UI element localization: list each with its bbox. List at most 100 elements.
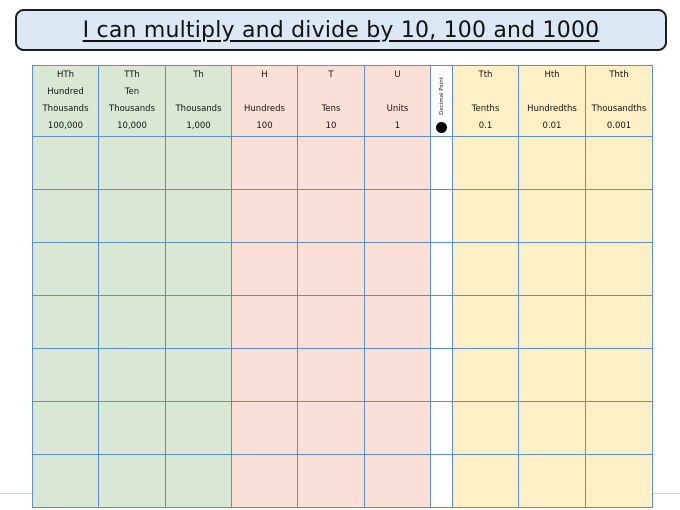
digit-cell-u[interactable] <box>364 454 431 508</box>
digit-cell-hth[interactable] <box>32 189 99 243</box>
digit-cell-h[interactable] <box>231 189 298 243</box>
table-row <box>32 401 653 455</box>
digit-cell-hth[interactable] <box>518 136 586 190</box>
table-row <box>32 348 653 402</box>
digit-cell-hth[interactable] <box>518 348 586 402</box>
digit-cell-h[interactable] <box>231 242 298 296</box>
digit-cell-tth[interactable] <box>98 242 166 296</box>
digit-cell-t[interactable] <box>297 454 365 508</box>
digit-cell-thth[interactable] <box>585 189 653 243</box>
digit-cell-th[interactable] <box>165 401 232 455</box>
digit-cell-t[interactable] <box>297 295 365 349</box>
column-value: 10 <box>325 121 337 131</box>
column-name: Tenths <box>471 104 500 114</box>
page-title: I can multiply and divide by 10, 100 and… <box>82 17 600 43</box>
column-name: Thousandths <box>591 104 647 114</box>
digit-cell-tth[interactable] <box>452 242 519 296</box>
digit-cell-u[interactable] <box>364 348 431 402</box>
digit-cell-thth[interactable] <box>585 401 653 455</box>
decimal-point-cell <box>430 454 453 508</box>
digit-cell-h[interactable] <box>231 348 298 402</box>
column-value: 0.001 <box>606 121 632 131</box>
digit-cell-th[interactable] <box>165 454 232 508</box>
column-header-tth: Tth Tenths 0.1 <box>452 65 519 137</box>
column-abbr: U <box>394 70 401 80</box>
column-name: Hundreds <box>244 104 285 114</box>
decimal-point-cell <box>430 189 453 243</box>
digit-cell-hth[interactable] <box>518 242 586 296</box>
digit-cell-tth[interactable] <box>452 295 519 349</box>
column-name: Thousands <box>42 104 89 114</box>
digit-cell-hth[interactable] <box>32 136 99 190</box>
digit-cell-tth[interactable] <box>452 189 519 243</box>
digit-cell-tth[interactable] <box>98 348 166 402</box>
column-name: Hundredths <box>527 104 577 114</box>
decimal-point-cell <box>430 401 453 455</box>
digit-cell-hth[interactable] <box>518 454 586 508</box>
digit-cell-t[interactable] <box>297 401 365 455</box>
column-abbr: Tth <box>478 70 493 80</box>
digit-cell-hth[interactable] <box>518 189 586 243</box>
digit-cell-t[interactable] <box>297 348 365 402</box>
digit-cell-u[interactable] <box>364 295 431 349</box>
digit-cell-thth[interactable] <box>585 242 653 296</box>
digit-cell-hth[interactable] <box>32 348 99 402</box>
column-abbr: Hth <box>544 70 560 80</box>
digit-cell-tth[interactable] <box>452 348 519 402</box>
column-abbr: H <box>261 70 268 80</box>
decimal-point-header: Decimal Point <box>430 65 453 137</box>
digit-cell-h[interactable] <box>231 295 298 349</box>
column-value: 0.01 <box>542 121 562 131</box>
digit-cell-h[interactable] <box>231 454 298 508</box>
table-row <box>32 189 653 243</box>
column-name: Tens <box>321 104 341 114</box>
column-header-th: Th Thousands 1,000 <box>165 65 232 137</box>
digit-cell-u[interactable] <box>364 189 431 243</box>
digit-cell-t[interactable] <box>297 136 365 190</box>
digit-cell-h[interactable] <box>231 401 298 455</box>
digit-cell-h[interactable] <box>231 136 298 190</box>
digit-cell-thth[interactable] <box>585 295 653 349</box>
column-header-h: H Hundreds 100 <box>231 65 298 137</box>
decimal-point-cell <box>430 136 453 190</box>
digit-cell-t[interactable] <box>297 189 365 243</box>
digit-cell-hth[interactable] <box>32 242 99 296</box>
table-row <box>32 242 653 296</box>
column-abbr: HTh <box>57 70 74 80</box>
digit-cell-u[interactable] <box>364 242 431 296</box>
digit-cell-hth[interactable] <box>32 295 99 349</box>
digit-cell-th[interactable] <box>165 348 232 402</box>
column-header-t: T Tens 10 <box>297 65 365 137</box>
digit-cell-tth[interactable] <box>98 189 166 243</box>
digit-cell-hth[interactable] <box>32 401 99 455</box>
digit-cell-tth[interactable] <box>452 454 519 508</box>
digit-cell-thth[interactable] <box>585 348 653 402</box>
table-row <box>32 295 653 349</box>
digit-cell-th[interactable] <box>165 136 232 190</box>
digit-cell-tth[interactable] <box>452 401 519 455</box>
column-value: 1 <box>394 121 401 131</box>
column-value: 1,000 <box>186 121 211 131</box>
column-header-tth: TTh Ten Thousands 10,000 <box>98 65 166 137</box>
digit-cell-hth[interactable] <box>32 454 99 508</box>
header-row: HTh Hundred Thousands 100,000 TTh Ten Thousand… <box>32 65 653 137</box>
digit-cell-hth[interactable] <box>518 295 586 349</box>
digit-cell-th[interactable] <box>165 242 232 296</box>
column-header-hth: Hth Hundredths 0.01 <box>518 65 586 137</box>
digit-cell-tth[interactable] <box>452 136 519 190</box>
digit-cell-hth[interactable] <box>518 401 586 455</box>
digit-cell-tth[interactable] <box>98 295 166 349</box>
digit-cell-u[interactable] <box>364 401 431 455</box>
digit-cell-tth[interactable] <box>98 401 166 455</box>
digit-cell-thth[interactable] <box>585 454 653 508</box>
decimal-point-cell <box>430 348 453 402</box>
place-value-grid: HTh Hundred Thousands 100,000 TTh Ten Thousand… <box>32 65 653 508</box>
digit-cell-t[interactable] <box>297 242 365 296</box>
digit-cell-th[interactable] <box>165 295 232 349</box>
digit-cell-u[interactable] <box>364 136 431 190</box>
digit-cell-tth[interactable] <box>98 454 166 508</box>
digit-cell-tth[interactable] <box>98 136 166 190</box>
column-name: Thousands <box>108 104 155 114</box>
digit-cell-th[interactable] <box>165 189 232 243</box>
digit-cell-thth[interactable] <box>585 136 653 190</box>
